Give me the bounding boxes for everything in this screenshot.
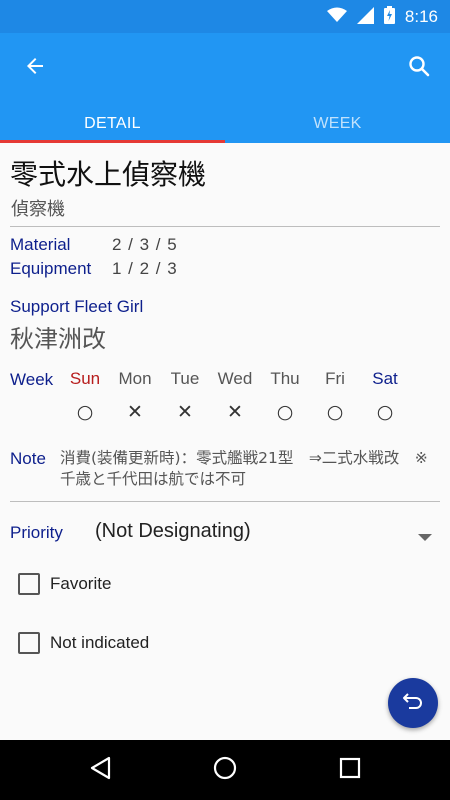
note-text: 消費(装備更新時)：零式艦戦21型 ⇒二式水戦改 ※千歳と千代田は航では不可 [60,449,428,488]
mark-sun: ○ [76,401,94,423]
tab-week[interactable]: WEEK [225,105,450,143]
undo-fab-button[interactable] [388,678,438,728]
wifi-icon [326,7,347,27]
tab-detail[interactable]: DETAIL [0,105,225,143]
arrow-back-icon [23,54,47,82]
tab-bar: DETAIL WEEK [0,105,450,143]
material-value: 2 / 3 / 5 [112,235,178,254]
equipment-label: Equipment [10,259,92,278]
day-mon: Mon [118,369,152,388]
mark-fri: ○ [326,401,344,423]
day-fri: Fri [325,369,345,388]
triangle-back-icon [89,756,111,784]
priority-label: Priority [10,523,63,542]
status-icons: 8:16 [326,6,438,28]
day-sun: Sun [69,369,101,388]
search-button[interactable] [402,51,436,85]
mark-tue: ✕ [177,401,193,423]
nav-back-button[interactable] [88,756,112,784]
back-button[interactable] [18,51,52,85]
detail-content: 零式水上偵察機 偵察機 Material 2 / 3 / 5 Equipment… [0,143,450,740]
mark-mon: ✕ [127,401,143,423]
item-type: 偵察機 [11,199,65,220]
mark-sat: ○ [376,401,394,423]
not-indicated-row[interactable]: Not indicated [18,632,149,654]
nav-recents-button[interactable] [338,757,362,783]
not-indicated-label: Not indicated [50,633,150,652]
dropdown-arrow-icon[interactable] [418,527,432,546]
divider [10,501,440,502]
week-label: Week [10,370,54,389]
battery-icon [383,6,395,28]
status-time: 8:16 [404,7,438,26]
circle-home-icon [213,756,237,784]
material-label: Material [10,235,71,254]
item-name: 零式水上偵察機 [10,158,207,191]
favorite-row[interactable]: Favorite [18,573,111,595]
day-sat: Sat [372,369,398,388]
support-label: Support Fleet Girl [10,297,144,316]
signal-icon [356,6,374,28]
day-wed: Wed [217,369,253,388]
nav-home-button[interactable] [213,756,237,784]
undo-icon [402,690,424,716]
app-bar: DETAIL WEEK [0,33,450,143]
mark-thu: ○ [276,401,294,423]
equipment-value: 1 / 2 / 3 [112,259,178,278]
square-recents-icon [339,757,361,783]
not-indicated-checkbox[interactable] [18,632,40,654]
favorite-checkbox[interactable] [18,573,40,595]
favorite-label: Favorite [50,574,112,593]
search-icon [407,54,431,82]
note-label: Note [10,449,46,468]
priority-select[interactable]: (Not Designating) [95,520,251,543]
support-fleet-girl-name: 秋津洲改 [10,325,106,353]
system-nav-bar [0,740,450,800]
divider [10,226,440,227]
status-bar: 8:16 [0,0,450,33]
mark-wed: ✕ [227,401,243,423]
day-thu: Thu [270,369,300,388]
day-tue: Tue [170,369,200,388]
